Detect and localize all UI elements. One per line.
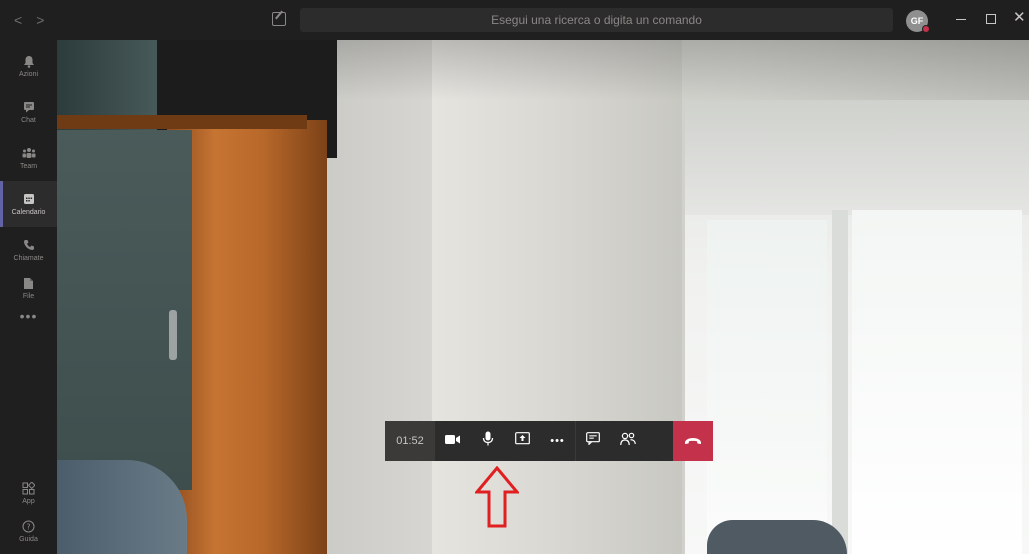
svg-text:?: ? <box>26 522 30 531</box>
video-object <box>707 520 847 554</box>
phone-icon <box>22 238 36 252</box>
sidebar-item-label: Chat <box>21 117 36 124</box>
calendar-icon <box>22 192 36 206</box>
app-rail: Azioni Chat Team Calendario Chiamate Fil… <box>0 40 57 554</box>
team-icon <box>22 146 36 160</box>
camera-toggle-button[interactable] <box>435 421 470 461</box>
sidebar-item-activity[interactable]: Azioni <box>0 43 57 89</box>
video-window-frame <box>832 210 848 554</box>
avatar-initials: GF <box>910 16 924 26</box>
minimize-icon[interactable] <box>956 19 966 20</box>
chat-icon <box>22 100 36 114</box>
nav-arrows: < > <box>14 12 44 28</box>
sidebar-item-team[interactable]: Team <box>0 135 57 181</box>
sidebar-item-label: App <box>22 498 35 505</box>
new-chat-compose-icon[interactable] <box>272 12 286 26</box>
more-options-button[interactable]: ••• <box>540 421 575 461</box>
video-window-pane <box>707 220 827 554</box>
sidebar-item-help[interactable]: ? Guida <box>0 508 57 554</box>
forward-arrow-icon[interactable]: > <box>36 12 44 28</box>
sidebar-item-files[interactable]: File <box>0 265 57 311</box>
sidebar-item-label: Azioni <box>18 71 39 78</box>
video-feed <box>57 40 1029 554</box>
search-placeholder: Esegui una ricerca o digita un comando <box>491 13 702 27</box>
chat-icon <box>586 432 600 450</box>
annotation-arrow-icon <box>475 466 519 528</box>
video-camera-icon <box>444 432 461 450</box>
maximize-icon[interactable] <box>986 14 996 24</box>
call-timer: 01:52 <box>385 421 435 461</box>
sidebar-item-label: Calendario <box>11 209 46 216</box>
video-cabinet-handle <box>169 310 177 360</box>
back-arrow-icon[interactable]: < <box>14 12 22 28</box>
microphone-toggle-button[interactable] <box>470 421 505 461</box>
status-badge <box>922 25 930 33</box>
show-chat-button[interactable] <box>575 421 610 461</box>
more-options-icon: ••• <box>550 435 565 447</box>
video-cabinet-top <box>57 115 307 129</box>
share-screen-icon <box>515 432 530 450</box>
hang-up-icon <box>684 432 702 450</box>
microphone-icon <box>482 431 494 452</box>
share-screen-button[interactable] <box>505 421 540 461</box>
sidebar-item-calendar[interactable]: Calendario <box>0 181 57 227</box>
close-icon[interactable]: ✕ <box>1013 8 1026 26</box>
help-icon: ? <box>22 519 36 533</box>
hang-up-button[interactable] <box>673 421 713 461</box>
sidebar-item-label: File <box>22 293 35 300</box>
more-apps-button[interactable]: ••• <box>0 308 57 324</box>
sidebar-item-label: Team <box>19 163 38 170</box>
title-bar: < > Esegui una ricerca o digita un coman… <box>0 0 1029 40</box>
sidebar-item-chat[interactable]: Chat <box>0 89 57 135</box>
participants-icon <box>619 432 636 451</box>
video-window-pane <box>852 210 1022 554</box>
apps-icon <box>22 481 36 495</box>
sidebar-item-label: Guida <box>19 536 38 543</box>
call-controls-toolbar: 01:52 ••• <box>385 421 713 461</box>
video-pillar <box>432 40 682 554</box>
bell-icon <box>22 54 36 68</box>
sidebar-item-label: Chiamate <box>13 255 44 262</box>
video-window-blind <box>685 100 1029 215</box>
file-icon <box>22 276 36 290</box>
show-participants-button[interactable] <box>610 421 645 461</box>
search-command-box[interactable]: Esegui una ricerca o digita un comando <box>300 8 893 32</box>
